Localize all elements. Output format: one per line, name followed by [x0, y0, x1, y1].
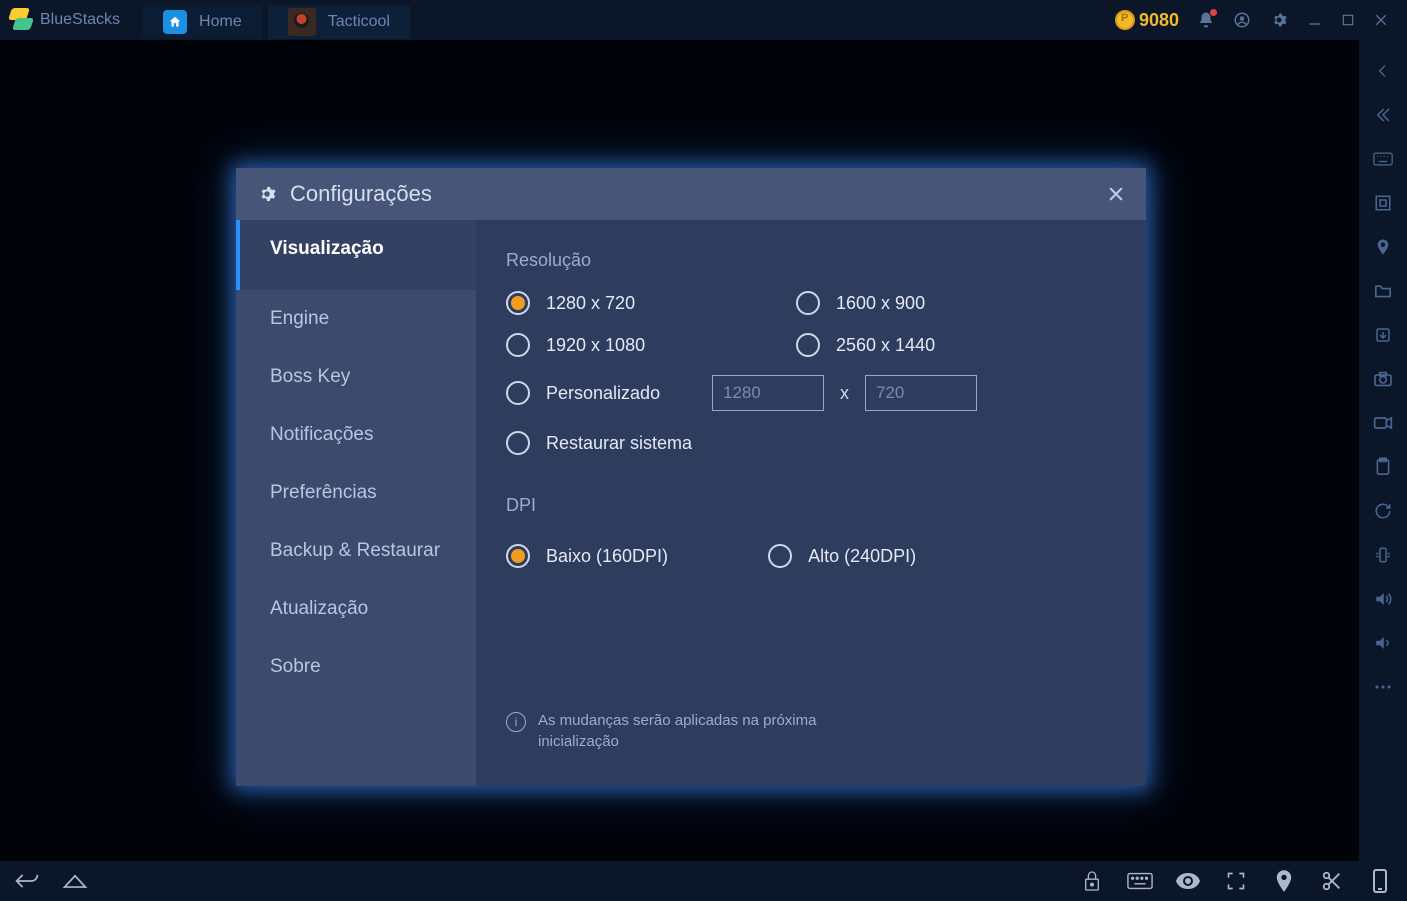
resolution-option-1600x900[interactable]: 1600 x 900: [796, 291, 1076, 315]
clipboard-icon[interactable]: [1370, 454, 1396, 480]
main-stage: Configurações Visualização Engine Boss K…: [0, 40, 1359, 861]
radio-label: 1600 x 900: [836, 293, 925, 314]
radio-icon: [506, 544, 530, 568]
modal-title: Configurações: [290, 181, 432, 207]
dpi-option-high[interactable]: Alto (240DPI): [768, 544, 916, 568]
account-icon[interactable]: [1233, 11, 1251, 29]
home-icon: [163, 10, 187, 34]
sidebar-item-sobre[interactable]: Sobre: [236, 638, 476, 696]
fullscreen-icon[interactable]: [1221, 866, 1251, 896]
radio-icon: [796, 291, 820, 315]
device-icon[interactable]: [1365, 866, 1395, 896]
radio-icon: [506, 431, 530, 455]
radio-label: 1920 x 1080: [546, 335, 645, 356]
resolution-grid: 1280 x 720 1600 x 900 1920 x 1080 2560 x…: [506, 291, 1116, 411]
modal-header: Configurações: [236, 168, 1146, 220]
sidebar-item-atualizacao[interactable]: Atualização: [236, 580, 476, 638]
resolution-option-custom[interactable]: Personalizado x: [506, 375, 1076, 411]
settings-content: Resolução 1280 x 720 1600 x 900 1920 x 1…: [476, 220, 1146, 786]
radio-label: 1280 x 720: [546, 293, 635, 314]
brand-name: BlueStacks: [40, 11, 120, 29]
close-window-icon[interactable]: [1373, 12, 1389, 28]
camera-icon[interactable]: [1370, 366, 1396, 392]
resolution-option-1920x1080[interactable]: 1920 x 1080: [506, 333, 786, 357]
location-bottom-icon[interactable]: [1269, 866, 1299, 896]
radio-icon: [768, 544, 792, 568]
modal-body: Visualização Engine Boss Key Notificaçõe…: [236, 220, 1146, 786]
brand-cluster: BlueStacks: [8, 8, 140, 32]
custom-height-input[interactable]: [865, 375, 977, 411]
gear-icon: [256, 183, 278, 205]
bluestacks-logo-icon: [8, 8, 32, 32]
radio-icon: [506, 381, 530, 405]
collapse-icon[interactable]: [1370, 102, 1396, 128]
info-icon: i: [506, 712, 526, 732]
sidebar-item-bosskey[interactable]: Boss Key: [236, 348, 476, 406]
keyboard-bottom-icon[interactable]: [1125, 866, 1155, 896]
topbar-right: 9080: [1115, 10, 1399, 31]
radio-label: Personalizado: [546, 383, 696, 404]
pin-icon[interactable]: [1370, 234, 1396, 260]
dpi-label: DPI: [506, 495, 1116, 516]
chevron-left-icon[interactable]: [1370, 58, 1396, 84]
radio-icon: [796, 333, 820, 357]
bottom-bar: [0, 861, 1407, 901]
tab-tacticool-label: Tacticool: [328, 13, 390, 31]
maximize-window-icon[interactable]: [1341, 13, 1355, 27]
rotate-icon[interactable]: [1370, 498, 1396, 524]
radio-label: Alto (240DPI): [808, 546, 916, 567]
tab-home[interactable]: Home: [143, 5, 262, 39]
sidebar-item-backup[interactable]: Backup & Restaurar: [236, 522, 476, 580]
coin-icon: [1115, 10, 1135, 30]
keyboard-icon[interactable]: [1370, 146, 1396, 172]
minimize-window-icon[interactable]: [1307, 12, 1323, 28]
back-icon[interactable]: [12, 866, 42, 896]
resolution-label: Resolução: [506, 250, 1116, 271]
coin-balance[interactable]: 9080: [1115, 10, 1179, 31]
radio-label: 2560 x 1440: [836, 335, 935, 356]
info-text: As mudanças serão aplicadas na próxima i…: [538, 710, 858, 752]
settings-modal: Configurações Visualização Engine Boss K…: [236, 168, 1146, 786]
close-modal-button[interactable]: [1106, 184, 1126, 204]
coin-value: 9080: [1139, 10, 1179, 31]
dpi-block: DPI Baixo (160DPI) Alto (240DPI): [506, 495, 1116, 568]
custom-width-input[interactable]: [712, 375, 824, 411]
volume-down-icon[interactable]: [1370, 630, 1396, 656]
resolution-option-1280x720[interactable]: 1280 x 720: [506, 291, 786, 315]
dpi-option-low[interactable]: Baixo (160DPI): [506, 544, 668, 568]
right-toolbar: [1359, 40, 1407, 861]
volume-up-icon[interactable]: [1370, 586, 1396, 612]
radio-icon: [506, 333, 530, 357]
radio-label: Restaurar sistema: [546, 433, 692, 454]
tab-home-label: Home: [199, 13, 242, 31]
radio-icon: [506, 291, 530, 315]
shake-icon[interactable]: [1370, 542, 1396, 568]
settings-sidebar: Visualização Engine Boss Key Notificaçõe…: [236, 220, 476, 786]
tab-tacticool[interactable]: Tacticool: [268, 5, 410, 39]
lock-icon[interactable]: [1077, 866, 1107, 896]
window-title-bar: BlueStacks Home Tacticool 9080: [0, 0, 1407, 40]
settings-icon[interactable]: [1269, 10, 1289, 30]
sidebar-item-preferencias[interactable]: Preferências: [236, 464, 476, 522]
eye-icon[interactable]: [1173, 866, 1203, 896]
info-note: i As mudanças serão aplicadas na próxima…: [506, 710, 858, 752]
sidebar-item-visualizacao[interactable]: Visualização: [236, 220, 476, 290]
android-home-icon[interactable]: [60, 866, 90, 896]
radio-label: Baixo (160DPI): [546, 546, 668, 567]
apk-icon[interactable]: [1370, 322, 1396, 348]
custom-separator: x: [840, 383, 849, 404]
more-icon[interactable]: [1370, 674, 1396, 700]
notifications-icon[interactable]: [1197, 11, 1215, 29]
folder-icon[interactable]: [1370, 278, 1396, 304]
sidebar-item-engine[interactable]: Engine: [236, 290, 476, 348]
record-icon[interactable]: [1370, 410, 1396, 436]
tacticool-app-icon: [288, 8, 316, 36]
crop-icon[interactable]: [1370, 190, 1396, 216]
resolution-option-restore[interactable]: Restaurar sistema: [506, 431, 1116, 455]
sidebar-item-notificacoes[interactable]: Notificações: [236, 406, 476, 464]
scissors-icon[interactable]: [1317, 866, 1347, 896]
resolution-option-2560x1440[interactable]: 2560 x 1440: [796, 333, 1076, 357]
